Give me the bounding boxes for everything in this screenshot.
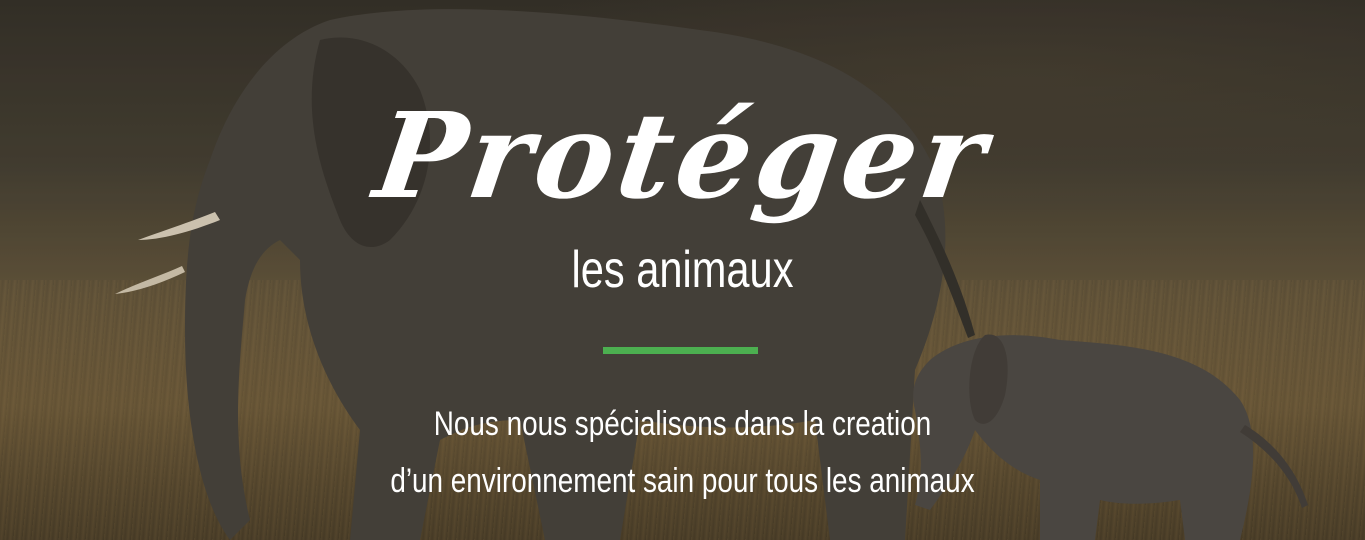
hero-description-line-1: Nous nous spécialisons dans la creation [433,405,932,443]
hero-description-line-2: d’un environnement sain pour tous les an… [390,462,975,500]
accent-divider [603,347,758,354]
hero-description: Nous nous spécialisons dans la creation … [123,396,1242,510]
hero-title: Protéger [367,86,998,226]
hero-banner: Protéger les animaux Nous nous spécialis… [0,0,1365,540]
hero-subtitle: les animaux [571,241,794,299]
